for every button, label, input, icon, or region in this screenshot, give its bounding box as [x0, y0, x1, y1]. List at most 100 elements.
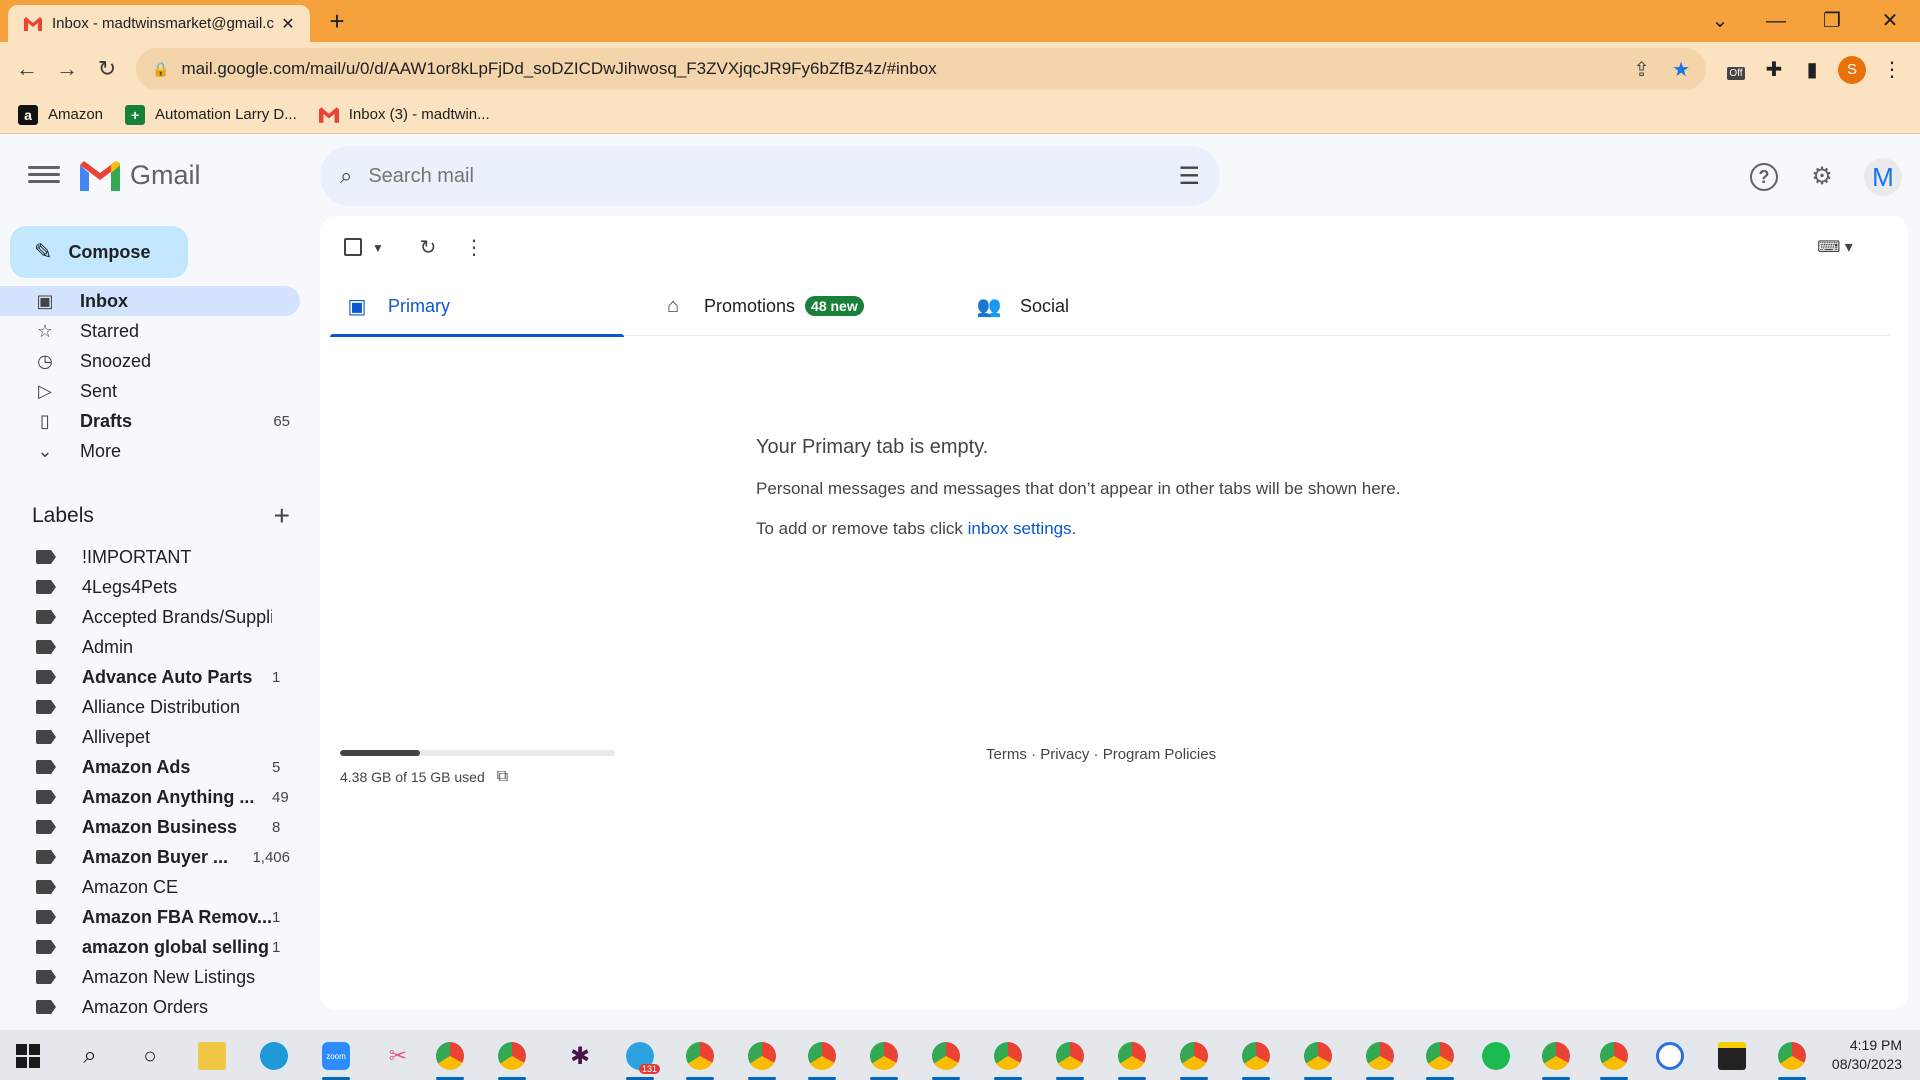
label-item[interactable]: Amazon New Listings	[0, 962, 300, 992]
label-item[interactable]: Admin	[0, 632, 300, 662]
chrome-window-icon[interactable]	[680, 1036, 720, 1080]
terms-link[interactable]: Terms	[986, 746, 1027, 763]
nav-item-snoozed[interactable]: ◷ Snoozed	[0, 346, 300, 376]
nav-item-sent[interactable]: ▷ Sent	[0, 376, 300, 406]
forward-icon[interactable]: →	[50, 52, 84, 86]
program-policies-link[interactable]: Program Policies	[1103, 746, 1216, 763]
chrome-window-icon[interactable]	[1236, 1036, 1276, 1080]
chrome-window-icon[interactable]	[1536, 1036, 1576, 1080]
account-avatar[interactable]: M	[1864, 158, 1902, 196]
side-panel-icon[interactable]: ▮	[1798, 56, 1826, 84]
open-storage-external-icon[interactable]: ⧉	[497, 768, 508, 786]
search-input[interactable]	[368, 164, 1179, 188]
select-all-checkbox[interactable]	[344, 238, 362, 256]
chrome-window-icon[interactable]	[1174, 1036, 1214, 1080]
share-icon[interactable]: ⇪	[1633, 57, 1650, 82]
add-label-icon[interactable]: +	[274, 500, 290, 532]
label-item[interactable]: Amazon CE	[0, 872, 300, 902]
chrome-window-icon[interactable]	[1112, 1036, 1152, 1080]
select-dropdown-icon[interactable]: ▼	[368, 234, 388, 262]
extensions-puzzle-icon[interactable]: ✚	[1760, 56, 1788, 84]
label-item[interactable]: 4Legs4Pets	[0, 572, 300, 602]
chrome-window-icon[interactable]	[1420, 1036, 1460, 1080]
minimize-icon[interactable]: —	[1756, 6, 1796, 36]
settings-gear-icon[interactable]: ⚙	[1805, 160, 1839, 194]
slack-app-icon[interactable]: ✱	[560, 1036, 600, 1076]
label-item[interactable]: Alliance Distribution	[0, 692, 300, 722]
reload-icon[interactable]: ↻	[90, 52, 124, 86]
address-url[interactable]: mail.google.com/mail/u/0/d/AAW1or8kLpFjD…	[181, 59, 1611, 79]
chrome-window-icon[interactable]	[1772, 1036, 1812, 1080]
browser-profile-avatar[interactable]: S	[1838, 56, 1866, 84]
tab-search-icon[interactable]: ⌄	[1700, 6, 1740, 36]
window-close-icon[interactable]: ✕	[1870, 6, 1910, 36]
chrome-window-icon[interactable]	[492, 1036, 532, 1080]
search-icon[interactable]: ⌕	[340, 163, 352, 189]
tab-close-icon[interactable]: ✕	[278, 14, 298, 34]
back-icon[interactable]: ←	[10, 52, 44, 86]
chrome-window-icon[interactable]	[988, 1036, 1028, 1080]
browser-menu-icon[interactable]: ⋮	[1878, 56, 1906, 84]
chrome-window-icon[interactable]	[742, 1036, 782, 1080]
chrome-window-icon[interactable]	[1298, 1036, 1338, 1080]
file-explorer-icon[interactable]	[192, 1036, 232, 1076]
edge-browser-icon[interactable]	[254, 1036, 294, 1076]
tab-primary[interactable]: ▣ Primary	[330, 276, 624, 337]
telegram-app-icon[interactable]: 131	[620, 1036, 660, 1080]
bookmark-inbox[interactable]: Inbox (3) - madtwin...	[318, 105, 490, 125]
chrome-window-icon[interactable]	[1050, 1036, 1090, 1080]
taskbar-search-icon[interactable]: ⌕	[70, 1036, 110, 1076]
gmail-logo[interactable]: Gmail	[80, 160, 201, 191]
nav-item-starred[interactable]: ☆ Starred	[0, 316, 300, 346]
label-item[interactable]: Amazon Buyer ... 1,406	[0, 842, 300, 872]
spotify-app-icon[interactable]	[1476, 1036, 1516, 1076]
label-item[interactable]: Amazon Business 8	[0, 812, 300, 842]
tab-promotions[interactable]: ⌂ Promotions 48 new	[646, 276, 940, 336]
label-item[interactable]: Allivepet	[0, 722, 300, 752]
zoom-app-icon[interactable]: zoom	[316, 1036, 356, 1080]
privacy-link[interactable]: Privacy	[1040, 746, 1089, 763]
bookmark-automation[interactable]: + Automation Larry D...	[125, 104, 297, 125]
nav-item-inbox[interactable]: ▣ Inbox	[0, 286, 300, 316]
label-item[interactable]: Amazon Ads 5	[0, 752, 300, 782]
main-menu-icon[interactable]	[28, 162, 60, 190]
chrome-window-icon[interactable]	[1594, 1036, 1634, 1080]
nav-item-more[interactable]: ⌄ More	[0, 436, 300, 466]
label-item[interactable]: Advance Auto Parts 1	[0, 662, 300, 692]
new-tab-icon[interactable]: +	[322, 8, 352, 36]
refresh-icon[interactable]: ↻	[414, 234, 442, 262]
chrome-window-icon[interactable]	[1360, 1036, 1400, 1080]
inbox-settings-link[interactable]: inbox settings	[968, 519, 1072, 538]
sticky-notes-icon[interactable]	[1712, 1036, 1752, 1076]
lock-icon[interactable]: 🔒	[152, 61, 169, 78]
label-item[interactable]: Accepted Brands/Suppli...	[0, 602, 300, 632]
chrome-window-icon[interactable]	[802, 1036, 842, 1080]
bookmark-amazon[interactable]: a Amazon	[18, 104, 103, 125]
compose-button[interactable]: ✎ Compose	[10, 226, 188, 278]
restore-icon[interactable]: ❐	[1812, 6, 1852, 36]
label-item[interactable]: Amazon Orders	[0, 992, 300, 1022]
address-bar[interactable]: 🔒 mail.google.com/mail/u/0/d/AAW1or8kLpF…	[136, 48, 1706, 90]
label-item[interactable]: !IMPORTANT	[0, 542, 300, 572]
extension-off-icon[interactable]: Off	[1722, 56, 1750, 84]
search-bar[interactable]: ⌕ ☰	[320, 146, 1220, 206]
search-options-icon[interactable]: ☰	[1178, 162, 1200, 191]
chrome-window-icon[interactable]	[430, 1036, 470, 1080]
system-clock[interactable]: 4:19 PM 08/30/2023	[1832, 1036, 1902, 1074]
label-item[interactable]: Amazon FBA Remov... 1	[0, 902, 300, 932]
help-icon[interactable]: ?	[1750, 163, 1778, 191]
nav-item-drafts[interactable]: ▯ Drafts 65	[0, 406, 300, 436]
messenger-app-icon[interactable]	[1650, 1036, 1690, 1076]
chrome-window-icon[interactable]	[926, 1036, 966, 1080]
browser-tab-gmail[interactable]: Inbox - madtwinsmarket@gmail.c ✕	[8, 5, 310, 42]
bookmark-star-icon[interactable]: ★	[1672, 57, 1690, 82]
windows-start-icon[interactable]	[16, 1044, 40, 1068]
label-item[interactable]: amazon global selling 1	[0, 932, 300, 962]
label-item[interactable]: Amazon Anything ... 49	[0, 782, 300, 812]
taskbar-cortana-icon[interactable]: ○	[130, 1036, 170, 1076]
more-options-icon[interactable]: ⋮	[464, 234, 484, 262]
chrome-window-icon[interactable]	[864, 1036, 904, 1080]
snipping-tool-icon[interactable]: ✂	[378, 1036, 418, 1076]
tab-social[interactable]: 👥 Social	[962, 276, 1256, 336]
input-tools-keyboard-icon[interactable]: ⌨ ▾	[1810, 234, 1860, 262]
